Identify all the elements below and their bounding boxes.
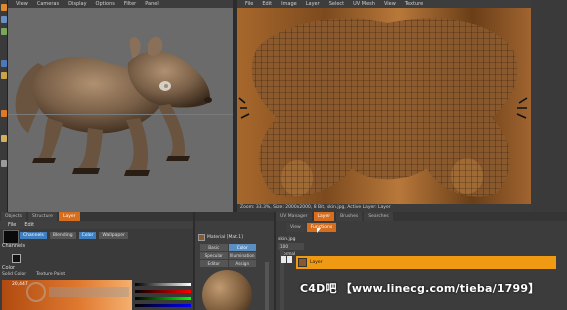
uv-menu-file[interactable]: File [245, 1, 253, 7]
red-slider[interactable] [135, 290, 191, 293]
layer-row[interactable]: Layer [296, 256, 556, 269]
green-slider[interactable] [135, 297, 191, 300]
grid-icon[interactable] [1, 160, 7, 167]
subtab-blending[interactable]: Blending [49, 232, 76, 239]
layer-toolbar: View Functions [276, 223, 337, 232]
material-name: Material [Mat.1] [207, 235, 243, 240]
mat-menu-edit[interactable]: Edit [24, 222, 34, 228]
attr-assign[interactable]: Assign [228, 260, 256, 267]
squirrel-model [15, 36, 212, 176]
paint-icon[interactable] [1, 135, 7, 142]
menu-options[interactable]: Options [96, 1, 115, 7]
brush-icon[interactable] [1, 60, 7, 67]
move-icon[interactable] [1, 4, 7, 11]
menu-cameras[interactable]: Cameras [37, 1, 59, 7]
uv-side-panel [531, 0, 567, 212]
tab-uv-manager[interactable]: UV Manager [276, 212, 312, 221]
lock-icon[interactable] [287, 256, 292, 263]
attr-material-header: Material [Mat.1] [198, 234, 243, 241]
tab-layer-manager[interactable]: Layer [313, 212, 335, 221]
uv-menu-layer[interactable]: Layer [306, 1, 320, 7]
attr-editor[interactable]: Editor [200, 260, 228, 267]
attr-scrollbar[interactable] [265, 262, 269, 310]
faded-logo-watermark [26, 282, 129, 302]
tab-brushes[interactable]: Brushes [336, 212, 363, 221]
site-watermark: C4D吧 【www.linecg.com/tieba/1799】 [300, 282, 540, 295]
attr-illumination[interactable]: Illumination [228, 252, 256, 259]
uv-texture-view[interactable] [237, 8, 531, 204]
viewport-menubar: View Cameras Display Options Filter Pane… [8, 0, 233, 8]
attr-specular[interactable]: Specular [200, 252, 228, 259]
texture-paint-option[interactable]: Texture Paint [36, 272, 65, 277]
uv-menu-edit[interactable]: Edit [262, 1, 272, 7]
mat-menu-file[interactable]: File [8, 222, 16, 228]
layer-name: Layer [310, 260, 323, 265]
attributes-tab-bar: Attributes [195, 212, 274, 231]
channel-color-swatch[interactable] [12, 254, 21, 263]
channels-label: Channels [2, 243, 26, 249]
menu-panel[interactable]: Panel [145, 1, 159, 7]
menu-filter[interactable]: Filter [124, 1, 136, 7]
uv-menubar: File Edit Image Layer Select UV Mesh Vie… [237, 0, 531, 8]
brightness-slider[interactable] [135, 283, 191, 286]
color-sliders [135, 283, 191, 310]
tab-objects[interactable]: Objects [1, 212, 27, 221]
layer-blend-mode[interactable]: 100 Normal [278, 243, 304, 256]
eye-icon[interactable] [281, 256, 286, 263]
material-swatch[interactable] [3, 230, 19, 244]
layer-visibility-icons [281, 256, 292, 263]
subtab-wallpaper[interactable]: Wallpaper [99, 232, 128, 239]
solid-color-option[interactable]: Solid Color [2, 272, 26, 277]
mouse-cursor-icon [317, 228, 321, 233]
blue-slider[interactable] [135, 304, 191, 307]
uv-menu-image[interactable]: Image [281, 1, 297, 7]
scale-icon[interactable] [1, 16, 7, 23]
uv-menu-select[interactable]: Select [329, 1, 344, 7]
object-manager-tabs: Objects Structure Layer [0, 212, 193, 221]
tab-layer[interactable]: Layer [58, 212, 80, 221]
attr-basic[interactable]: Basic [200, 244, 228, 251]
material-subtabs: Channels Blending Color Wallpaper [20, 232, 128, 239]
layer-thumbnail [298, 258, 307, 267]
left-toolbar [0, 0, 8, 212]
material-menubar: File Edit [0, 221, 193, 229]
tab-structure[interactable]: Structure [28, 212, 57, 221]
attr-color[interactable]: Color [228, 244, 256, 251]
layer-view-button[interactable]: View [286, 223, 305, 232]
uv-menu-view[interactable]: View [384, 1, 396, 7]
color-label: Color [2, 265, 16, 271]
layer-file-name: skin.jpg [278, 237, 296, 242]
uv-mesh-texture [237, 8, 531, 204]
uv-menu-uvmesh[interactable]: UV Mesh [353, 1, 375, 7]
subtab-color[interactable]: Color [78, 232, 97, 239]
color-mode-row: Solid Color Texture Paint [2, 272, 65, 277]
menu-display[interactable]: Display [68, 1, 86, 7]
layer-manager-tabs: UV Manager Layer Brushes Searches [276, 212, 567, 221]
pin-icon[interactable] [1, 110, 7, 117]
uv-status-bar: Zoom: 33.3%, Size: 2000x2000, 8 Bit, ski… [237, 204, 531, 212]
menu-view[interactable]: View [16, 1, 28, 7]
3d-viewport[interactable] [8, 8, 233, 212]
attr-channel-grid: Basic Color Specular Illumination Editor… [200, 244, 256, 267]
tab-searches[interactable]: Searches [364, 212, 393, 221]
subtab-channels[interactable]: Channels [20, 232, 47, 239]
fill-icon[interactable] [1, 72, 7, 79]
cinema4d-window: View Cameras Display Options Filter Pane… [0, 0, 567, 310]
uv-menu-texture[interactable]: Texture [405, 1, 423, 7]
material-thumb [198, 234, 205, 241]
layer-functions-button[interactable]: Functions [306, 223, 337, 232]
rotate-icon[interactable] [1, 28, 7, 35]
